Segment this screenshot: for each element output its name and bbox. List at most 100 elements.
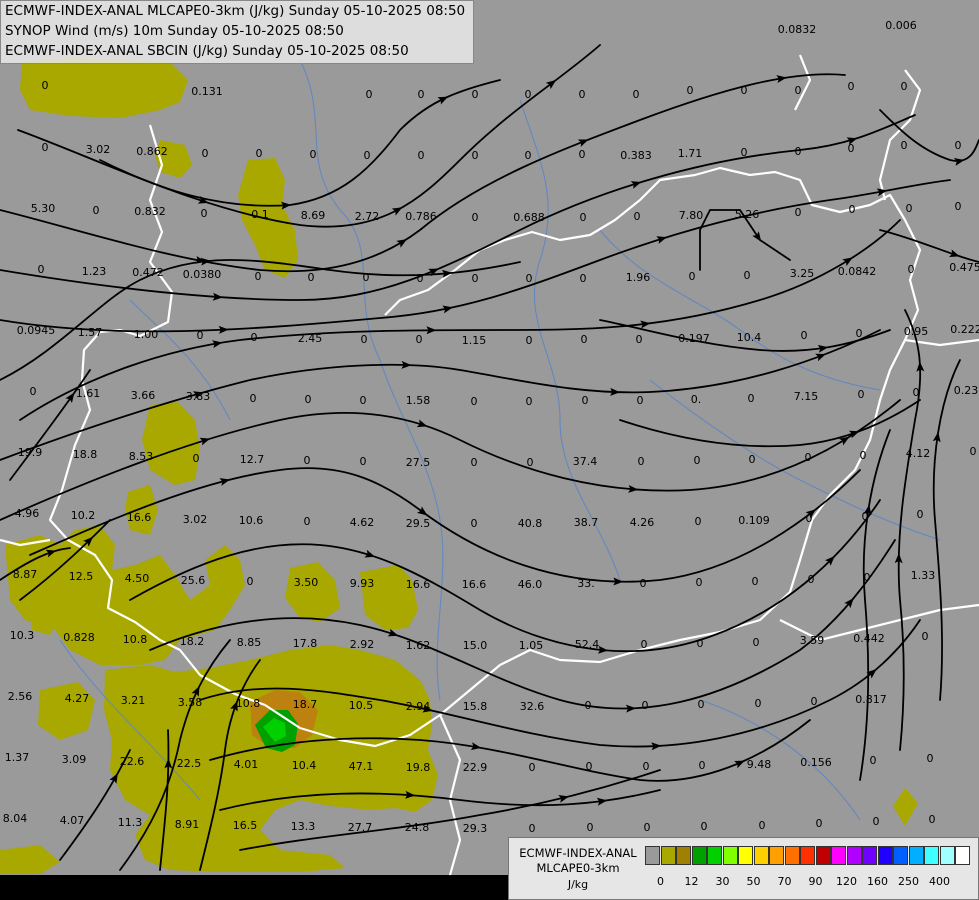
map-value-label: 0	[587, 821, 594, 834]
map-value-label: 1.62	[406, 639, 431, 652]
map-value-label: 0	[695, 515, 702, 528]
map-value-label: 0	[360, 394, 367, 407]
map-value-label: 0	[748, 392, 755, 405]
map-value-label: 0.0832	[778, 23, 817, 36]
map-value-label: 15.8	[463, 700, 488, 713]
legend-swatch	[645, 846, 660, 865]
map-value-label: 0.0842	[838, 265, 877, 278]
map-value-label: 0	[741, 84, 748, 97]
map-value-label: 10.4	[292, 759, 317, 772]
map-value-label: 0	[526, 272, 533, 285]
header-line-wind: SYNOP Wind (m/s) 10m Sunday 05-10-2025 0…	[5, 23, 344, 39]
map-value-label: 4.12	[906, 447, 931, 460]
legend-tick-label: 400	[929, 875, 950, 888]
map-value-label: 4.62	[350, 516, 375, 529]
map-value-label: 0	[696, 576, 703, 589]
map-value-label: 0.828	[63, 631, 95, 644]
map-value-label: 8.85	[237, 636, 262, 649]
map-value-label: 3.50	[294, 576, 319, 589]
map-value-label: 0	[93, 204, 100, 217]
map-value-label: 0	[922, 630, 929, 643]
map-value-label: 0	[906, 202, 913, 215]
legend-title-line2: MLCAPE0-3km	[536, 861, 620, 875]
legend-swatch	[660, 846, 676, 865]
map-value-label: 0	[472, 272, 479, 285]
map-value-label: 0.817	[855, 693, 887, 706]
map-value-label: 0	[759, 819, 766, 832]
map-value-label: 0	[641, 638, 648, 651]
map-value-label: 0	[581, 333, 588, 346]
legend-title: ECMWF-INDEX-ANAL MLCAPE0-3km	[511, 846, 645, 876]
map-value-label: 12.5	[69, 570, 94, 583]
map-value-label: 0	[753, 636, 760, 649]
map-value-label: 0	[848, 80, 855, 93]
map-value-label: 4.50	[125, 572, 150, 585]
map-value-label: 2.94	[406, 700, 431, 713]
map-value-label: 0	[633, 88, 640, 101]
map-value-label: 0	[42, 141, 49, 154]
map-value-label: 32.6	[520, 700, 545, 713]
map-value-label: 0	[687, 84, 694, 97]
map-value-label: 27.7	[348, 821, 373, 834]
map-value-label: 0	[251, 331, 258, 344]
map-value-label: 0	[698, 698, 705, 711]
legend-swatch	[908, 846, 924, 865]
map-value-label: 0.475	[949, 261, 979, 274]
map-value-label: 17.8	[293, 637, 318, 650]
map-value-label: 0	[856, 327, 863, 340]
map-value-label: 19.8	[406, 761, 431, 774]
map-value-label: 2.56	[8, 690, 33, 703]
legend-swatch	[691, 846, 707, 865]
map-value-label: 3.66	[131, 389, 156, 402]
map-value-label: 0.197	[678, 332, 710, 345]
map-value-label: 0	[471, 456, 478, 469]
map-value-label: 2.45	[298, 332, 323, 345]
map-value-label: 5.30	[31, 202, 56, 215]
map-value-label: 0	[42, 79, 49, 92]
map-value-label: 0	[694, 454, 701, 467]
legend-tick-label: 50	[746, 875, 761, 888]
legend-tick-label: 12	[684, 875, 699, 888]
legend-swatch	[893, 846, 908, 865]
map-value-label: 8.91	[175, 818, 200, 831]
map-value-label: 10.6	[239, 514, 264, 527]
map-value-label: 0	[862, 510, 869, 523]
map-value-label: 16.6	[462, 578, 487, 591]
map-value-label: 0	[256, 147, 263, 160]
legend-swatch	[676, 846, 691, 865]
map-value-label: 2.92	[350, 638, 375, 651]
map-value-label: 0	[579, 148, 586, 161]
map-value-label: 33.	[577, 577, 595, 590]
map-value-label: 8.87	[13, 568, 38, 581]
map-value-label: 0.862	[136, 145, 168, 158]
map-value-label: 0	[526, 334, 533, 347]
map-value-label: 15.0	[463, 639, 488, 652]
legend-tick-label: 30	[715, 875, 730, 888]
map-value-label: 0	[634, 210, 641, 223]
map-value-label: 0	[417, 272, 424, 285]
map-value-label: 0	[360, 455, 367, 468]
map-value-label: 0.222	[950, 323, 979, 336]
map-value-label: 0	[580, 211, 587, 224]
map-value-label: 1.00	[134, 328, 159, 341]
map-value-label: 16.6	[406, 578, 431, 591]
map-value-label: 0	[471, 395, 478, 408]
map-value-label: 0	[579, 88, 586, 101]
map-value-label: 0	[913, 386, 920, 399]
map-value-label: 3.02	[183, 513, 208, 526]
legend-title-line1: ECMWF-INDEX-ANAL	[519, 846, 637, 860]
map-value-label: 0	[525, 88, 532, 101]
map-value-label: 0	[201, 207, 208, 220]
map-value-label: 11.3	[118, 816, 143, 829]
map-value-label: 22.5	[177, 757, 202, 770]
map-value-label: 0.0380	[183, 268, 222, 281]
map-value-label: 0	[873, 815, 880, 828]
map-value-label: 0	[808, 573, 815, 586]
map-value-label: 0	[529, 822, 536, 835]
map-value-label: 0	[526, 395, 533, 408]
map-value-label: 0	[416, 333, 423, 346]
map-value-label: 0	[310, 148, 317, 161]
legend-swatch	[769, 846, 784, 865]
map-value-label: 0	[643, 760, 650, 773]
map-value-label: 29.5	[406, 517, 431, 530]
